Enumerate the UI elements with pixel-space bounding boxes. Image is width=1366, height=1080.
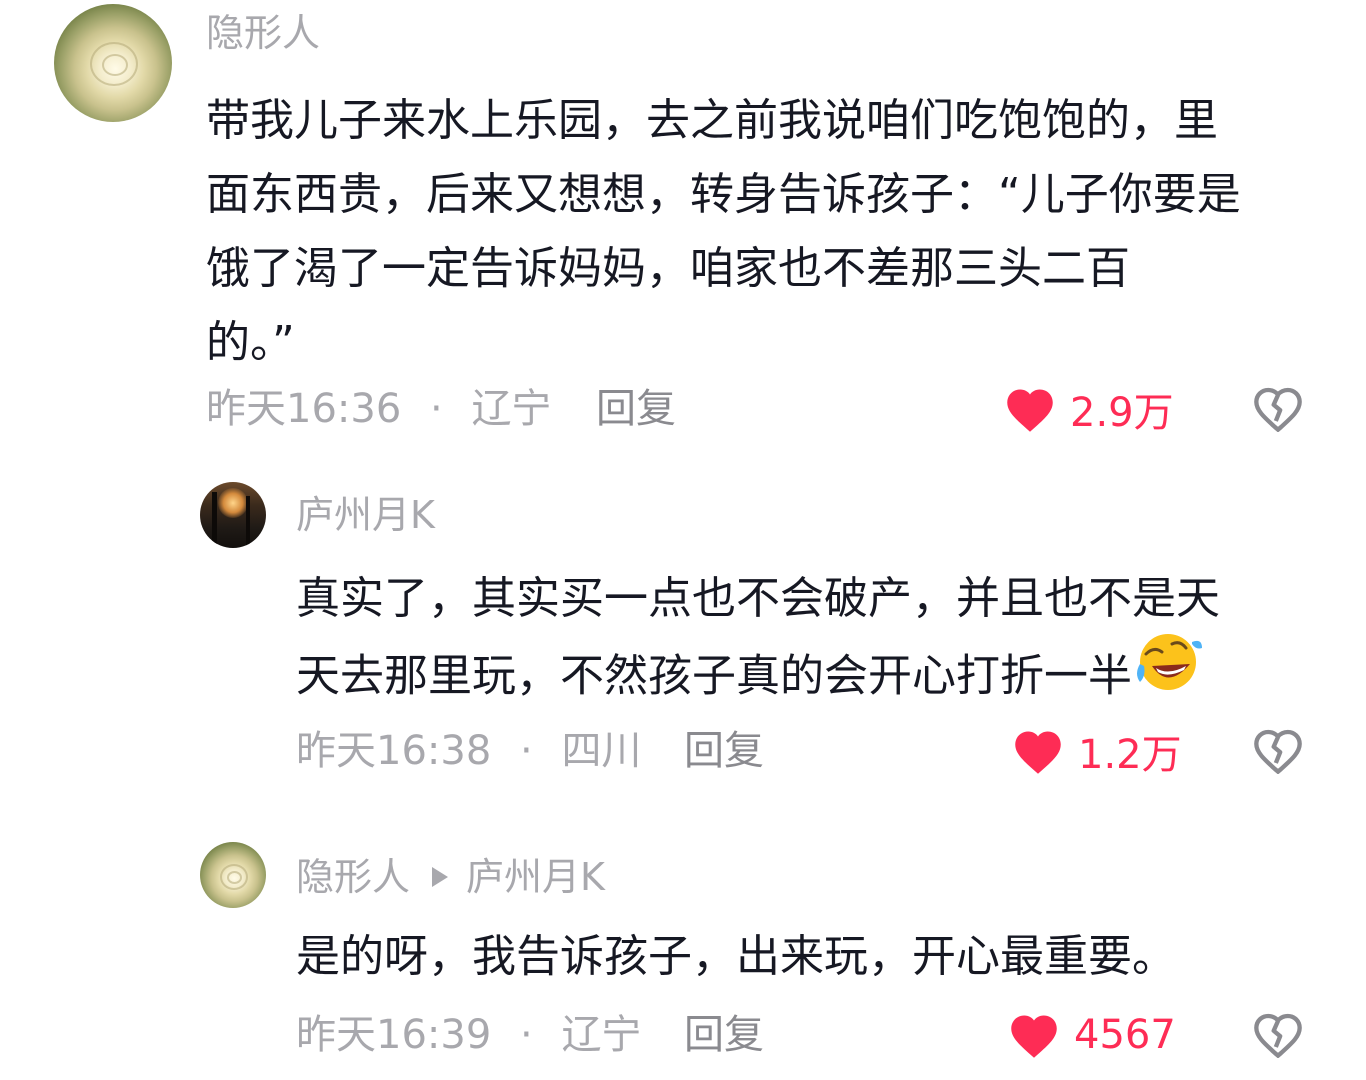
dislike-button[interactable] bbox=[1252, 1010, 1304, 1062]
like-count: 4567 bbox=[1074, 1012, 1176, 1058]
comment-text-segment: 天去那里玩，不然孩子真的会开心打折一半 bbox=[296, 650, 1132, 702]
comment-time: 昨天16:39 bbox=[296, 1012, 492, 1058]
broken-heart-icon bbox=[1254, 1013, 1302, 1059]
user-avatar[interactable] bbox=[200, 482, 266, 548]
comment-text-line: 带我儿子来水上乐园，去之前我说咱们吃饱饱的，里 bbox=[206, 95, 1218, 146]
meta-separator: · bbox=[520, 728, 533, 774]
comment-3: 隐形人 庐州月K 是的呀，我告诉孩子，出来玩，开心最重要。 昨天16:39 · 辽… bbox=[0, 830, 1366, 1080]
comment-text-line: 面东西贵，后来又想想，转身告诉孩子：“儿子你要是 bbox=[206, 169, 1241, 220]
broken-heart-icon bbox=[1254, 387, 1302, 433]
comment-location: 四川 bbox=[561, 728, 642, 774]
comment-text: 真实了，其实买一点也不会破产，并且也不是天 天去那里玩，不然孩子真的会开心打折一… bbox=[296, 562, 1326, 721]
like-button[interactable]: 1.2万 bbox=[1012, 726, 1182, 778]
comment-username[interactable]: 隐形人 bbox=[296, 855, 410, 899]
comment-2: 庐州月K 真实了，其实买一点也不会破产，并且也不是天 天去那里玩，不然孩子真的会… bbox=[0, 470, 1366, 800]
comment-time: 昨天16:38 bbox=[296, 728, 492, 774]
tree-icon bbox=[246, 496, 250, 548]
reply-button[interactable]: 回复 bbox=[684, 1010, 764, 1060]
reply-button[interactable]: 回复 bbox=[596, 384, 676, 434]
comment-location: 辽宁 bbox=[561, 1012, 642, 1058]
like-button[interactable]: 2.9万 bbox=[1004, 384, 1174, 436]
comment-username-line: 隐形人 庐州月K bbox=[296, 854, 605, 900]
broken-heart-icon bbox=[1254, 729, 1302, 775]
comment-text-line: 天去那里玩，不然孩子真的会开心打折一半 bbox=[296, 634, 1326, 721]
comment-username[interactable]: 隐形人 bbox=[206, 10, 320, 56]
comment-username[interactable]: 庐州月K bbox=[296, 492, 435, 538]
comment-meta: 昨天16:36 · 辽宁 bbox=[206, 384, 551, 434]
like-count: 2.9万 bbox=[1070, 390, 1174, 436]
dislike-button[interactable] bbox=[1252, 726, 1304, 778]
comment-location: 辽宁 bbox=[471, 386, 552, 432]
like-button[interactable]: 4567 bbox=[1008, 1010, 1176, 1060]
heart-icon bbox=[1007, 389, 1053, 432]
meta-separator: · bbox=[430, 386, 443, 432]
comment-time: 昨天16:36 bbox=[206, 386, 402, 432]
user-avatar[interactable] bbox=[54, 4, 172, 122]
comment-meta: 昨天16:39 · 辽宁 bbox=[296, 1010, 641, 1060]
heart-icon bbox=[1011, 1015, 1057, 1058]
reply-to-username[interactable]: 庐州月K bbox=[466, 855, 605, 899]
comment-meta: 昨天16:38 · 四川 bbox=[296, 726, 641, 776]
comment-text-line: 是的呀，我告诉孩子，出来玩，开心最重要。 bbox=[296, 931, 1176, 982]
user-avatar[interactable] bbox=[200, 842, 266, 908]
dislike-button[interactable] bbox=[1252, 384, 1304, 436]
comment-text-line: 饿了渴了一定告诉妈妈，咱家也不差那三头二百 bbox=[206, 243, 1130, 294]
rose-petal-icon bbox=[102, 54, 128, 76]
comment-text-line: 真实了，其实买一点也不会破产，并且也不是天 bbox=[296, 573, 1220, 624]
sunlight-icon bbox=[218, 488, 248, 518]
reply-button[interactable]: 回复 bbox=[684, 726, 764, 776]
comment-text: 是的呀，我告诉孩子，出来玩，开心最重要。 bbox=[296, 920, 1326, 994]
rose-petal-icon bbox=[227, 871, 242, 884]
rolling-laughing-emoji-icon bbox=[1132, 630, 1204, 715]
tree-icon bbox=[212, 492, 217, 548]
comment-text-line: 的。” bbox=[206, 317, 295, 368]
comment-1: 隐形人 带我儿子来水上乐园，去之前我说咱们吃饱饱的，里 面东西贵，后来又想想，转… bbox=[0, 0, 1366, 450]
like-count: 1.2万 bbox=[1078, 732, 1182, 778]
triangle-right-icon bbox=[432, 866, 449, 887]
heart-icon bbox=[1015, 731, 1061, 774]
meta-separator: · bbox=[520, 1012, 533, 1058]
comment-text: 带我儿子来水上乐园，去之前我说咱们吃饱饱的，里 面东西贵，后来又想想，转身告诉孩… bbox=[206, 84, 1326, 380]
